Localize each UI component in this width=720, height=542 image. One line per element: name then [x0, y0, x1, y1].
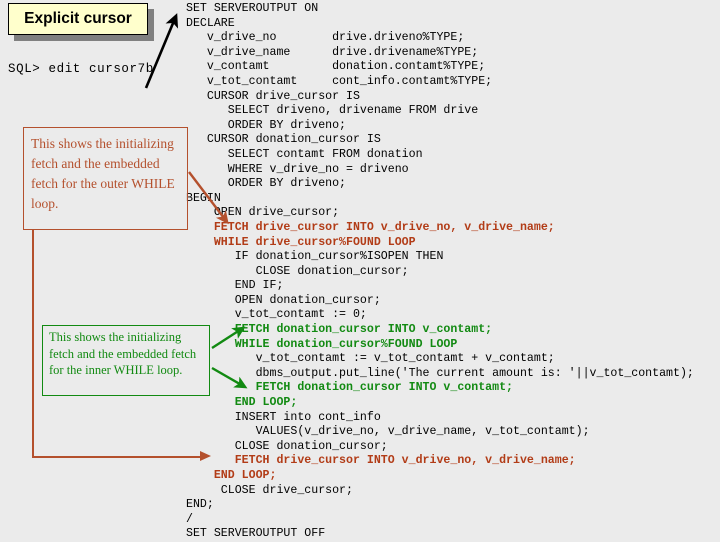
code-line: FETCH drive_cursor INTO v_drive_no, v_dr… [186, 454, 576, 468]
code-line: WHILE donation_cursor%FOUND LOOP [186, 337, 458, 351]
code-line: DECLARE [186, 16, 235, 30]
code-line: SET SERVEROUTPUT ON [186, 2, 319, 15]
code-line: OPEN donation_cursor; [186, 293, 381, 307]
code-line: v_tot_contamt cont_info.contamt%TYPE; [186, 74, 493, 88]
code-line: WHERE v_drive_no = driveno [186, 162, 409, 176]
callout-inner-loop: This shows the initializing fetch and th… [42, 325, 210, 396]
code-line: FETCH donation_cursor INTO v_contamt; [186, 323, 493, 337]
title-box: Explicit cursor [8, 3, 148, 35]
code-line: BEGIN [186, 191, 221, 205]
callout-outer-arrow-head [200, 451, 211, 461]
code-listing: SET SERVEROUTPUT ON DECLARE v_drive_no dr… [186, 2, 720, 542]
code-line: INSERT into cont_info [186, 410, 381, 424]
code-line: v_tot_contamt := v_tot_contamt + v_conta… [186, 352, 555, 366]
page-title: Explicit cursor [24, 10, 132, 27]
code-line: END IF; [186, 279, 284, 293]
code-line: v_drive_no drive.driveno%TYPE; [186, 31, 465, 45]
code-line: CLOSE donation_cursor; [186, 264, 409, 278]
code-line: END LOOP; [186, 396, 298, 410]
code-line: OPEN drive_cursor; [186, 206, 340, 220]
code-line: END; [186, 498, 214, 512]
code-line: dbms_output.put_line('The current amount… [186, 366, 694, 380]
code-line: VALUES(v_drive_no, v_drive_name, v_tot_c… [186, 425, 590, 439]
code-line: / [186, 512, 193, 526]
code-line: ORDER BY driveno; [186, 118, 347, 132]
code-line: SELECT driveno, drivename FROM drive [186, 104, 479, 118]
code-line: CLOSE donation_cursor; [186, 439, 388, 453]
code-line: v_drive_name drive.drivename%TYPE; [186, 45, 479, 59]
code-line: v_tot_contamt := 0; [186, 308, 367, 322]
code-line: SELECT contamt FROM donation [186, 147, 423, 161]
code-line: FETCH drive_cursor INTO v_drive_no, v_dr… [186, 220, 555, 234]
code-line: v_contamt donation.contamt%TYPE; [186, 60, 486, 74]
code-line: END LOOP; [186, 469, 277, 482]
callout-outer-stem [32, 229, 34, 458]
code-line: ORDER BY driveno; [186, 177, 347, 191]
callout-outer-loop: This shows the initializing fetch and th… [23, 127, 188, 230]
code-line: CURSOR donation_cursor IS [186, 133, 381, 147]
code-line: FETCH donation_cursor INTO v_contamt; [186, 381, 513, 395]
sql-prompt-text: SQL> edit cursor7b [8, 62, 154, 76]
code-line: WHILE drive_cursor%FOUND LOOP [186, 235, 416, 249]
code-line: CLOSE drive_cursor; [186, 483, 353, 497]
code-line: CURSOR drive_cursor IS [186, 89, 360, 103]
callout-outer-arrow-shaft [32, 456, 202, 458]
code-line: IF donation_cursor%ISOPEN THEN [186, 250, 444, 264]
